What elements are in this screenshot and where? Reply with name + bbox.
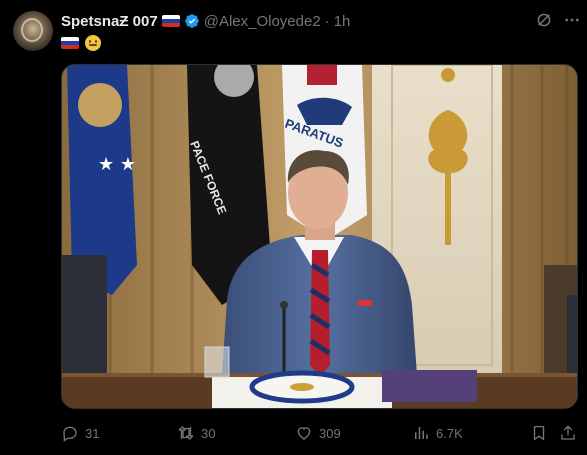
saluting-face-icon	[85, 35, 101, 51]
post-image[interactable]: ★ ★ PACE FORCE PARATUS	[61, 64, 578, 409]
avatar-emblem	[21, 18, 43, 42]
analytics-icon	[415, 427, 428, 439]
separator-dot: ·	[324, 12, 330, 30]
reply-icon	[63, 426, 77, 442]
russia-flag-icon	[61, 37, 79, 49]
post-header: SpetsnaƵ 007 @Alex_Oloyede2 · 1h	[61, 11, 350, 31]
like-count: 309	[319, 425, 341, 441]
post[interactable]: SpetsnaƵ 007 @Alex_Oloyede2 · 1h ★ ★ PAC…	[0, 0, 587, 455]
bookmark-icon	[533, 425, 545, 441]
like-button[interactable]: 309	[295, 422, 341, 444]
views-button[interactable]: 6.7K	[412, 422, 463, 444]
post-text	[61, 35, 101, 51]
grok-icon[interactable]	[535, 11, 553, 29]
russia-flag-icon	[161, 15, 180, 27]
repost-button[interactable]: 30	[177, 422, 215, 444]
display-name[interactable]: SpetsnaƵ 007	[61, 13, 158, 30]
more-options-icon[interactable]	[563, 11, 581, 29]
svg-text:★ ★: ★ ★	[98, 154, 136, 175]
heart-icon	[297, 427, 311, 440]
repost-count: 30	[201, 425, 216, 441]
reply-count: 31	[85, 425, 100, 441]
share-icon	[561, 425, 575, 440]
action-bar: 31 30 309 6.7K	[61, 422, 581, 444]
photo-illustration: ★ ★ PACE FORCE PARATUS	[62, 65, 577, 408]
reply-button[interactable]: 31	[61, 422, 99, 444]
share-button[interactable]	[559, 422, 577, 444]
repost-icon	[178, 426, 194, 440]
verified-badge-icon[interactable]	[184, 13, 200, 29]
view-count: 6.7K	[436, 425, 463, 441]
author-handle[interactable]: @Alex_Oloyede2	[204, 13, 321, 30]
bookmark-button[interactable]	[530, 422, 548, 444]
post-time[interactable]: 1h	[334, 13, 351, 30]
avatar[interactable]	[13, 11, 53, 51]
